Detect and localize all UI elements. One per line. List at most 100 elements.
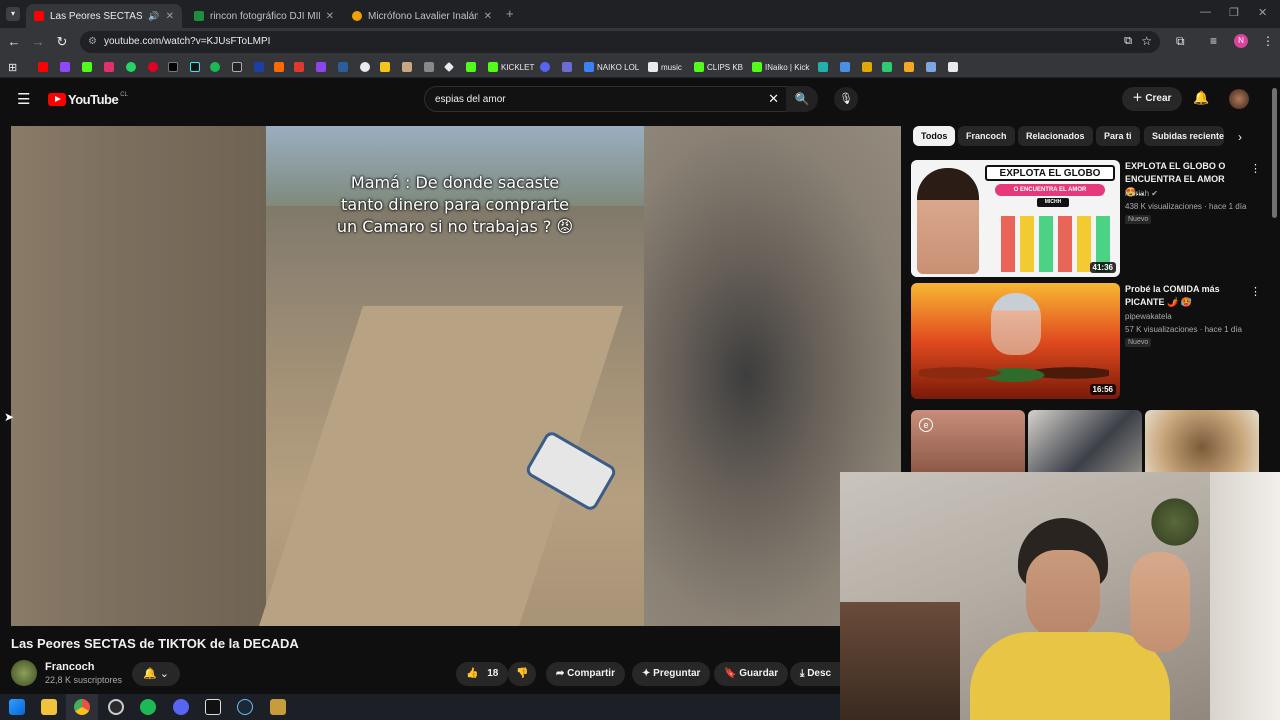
download-button[interactable]: ⤓ Desc: [790, 662, 840, 686]
page-scrollbar[interactable]: [1272, 88, 1277, 218]
menu-icon[interactable]: ⋮: [1262, 34, 1274, 48]
capcut-icon[interactable]: [205, 699, 221, 715]
bookmark-gold-icon[interactable]: [862, 60, 875, 74]
game-launcher-icon[interactable]: [270, 699, 286, 715]
speaker-icon[interactable]: 🔊: [148, 11, 159, 22]
save-button[interactable]: 🔖 Guardar: [714, 662, 789, 686]
install-icon[interactable]: ⧉: [1124, 35, 1132, 48]
close-tab-icon[interactable]: ✕: [160, 11, 174, 22]
bookmark-star-icon[interactable]: ☆: [1141, 34, 1152, 48]
bookmark-link-icon[interactable]: [926, 60, 939, 74]
bookmark-people-icon[interactable]: [840, 60, 853, 74]
subscription-bell-button[interactable]: 🔔 ⌄: [132, 662, 180, 686]
dislike-button[interactable]: 👎: [508, 662, 537, 686]
file-explorer-icon[interactable]: [41, 699, 57, 715]
bookmark-shield-icon[interactable]: [562, 60, 575, 74]
back-icon[interactable]: ←: [6, 34, 22, 49]
bookmark-yellow-icon[interactable]: [380, 60, 393, 74]
close-tab-icon[interactable]: ✕: [478, 11, 492, 22]
discord-icon[interactable]: [173, 699, 189, 715]
bookmark-instagram-icon[interactable]: [104, 60, 117, 74]
bookmark-clips-kb[interactable]: CLIPS KB: [694, 60, 743, 74]
bookmark-youtube-icon[interactable]: [38, 60, 51, 74]
spotify-icon[interactable]: [140, 699, 156, 715]
chip-subidas-recientes[interactable]: Subidas recientes: [1144, 126, 1224, 146]
bookmark-whatsapp-icon[interactable]: [126, 60, 139, 74]
bookmark-purple-icon[interactable]: [316, 60, 329, 74]
reload-icon[interactable]: ↻: [54, 34, 70, 50]
obs-icon[interactable]: [108, 699, 124, 715]
bookmark-green-icon[interactable]: [882, 60, 895, 74]
bookmark-x-icon[interactable]: [168, 60, 181, 74]
site-info-icon[interactable]: ⚙: [88, 36, 97, 47]
short-thumbnail[interactable]: [1145, 410, 1259, 472]
bookmark-magnet-icon[interactable]: [904, 60, 917, 74]
chip-relacionados[interactable]: Relacionados: [1018, 126, 1093, 146]
bookmark-teal-icon[interactable]: [818, 60, 831, 74]
profile-avatar[interactable]: N: [1234, 34, 1248, 48]
share-button[interactable]: ➦ Compartir: [546, 662, 625, 686]
bookmark-s-icon[interactable]: [232, 60, 245, 74]
windows-start-icon[interactable]: [9, 699, 25, 715]
account-avatar[interactable]: [1229, 89, 1249, 109]
forward-icon[interactable]: →: [30, 34, 46, 49]
youtube-logo[interactable]: YouTube CL: [48, 92, 128, 107]
bookmark-naiko-lol[interactable]: NAIKO LOL: [584, 60, 639, 74]
steam-icon[interactable]: [237, 699, 253, 715]
video-player[interactable]: Mamá : De donde sacaste tanto dinero par…: [11, 126, 901, 626]
search-input[interactable]: espias del amor ✕: [424, 86, 788, 112]
chip-francoch[interactable]: Francoch: [958, 126, 1015, 146]
bookmark-pinterest-icon[interactable]: [148, 60, 161, 74]
bookmark-music[interactable]: music: [648, 60, 682, 74]
chip-todos[interactable]: Todos: [913, 126, 956, 146]
bookmark-twitch-icon[interactable]: [60, 60, 73, 74]
chevron-right-icon[interactable]: ›: [1238, 130, 1242, 144]
bookmark-grey-icon[interactable]: [424, 60, 437, 74]
voice-search-button[interactable]: 🎙: [834, 87, 858, 111]
notifications-bell-icon[interactable]: 🔔: [1193, 90, 1209, 106]
recommendation-thumbnail[interactable]: EXPLOTA EL GLOBO O ENCUENTRA EL AMOR MIC…: [911, 160, 1120, 277]
bookmark-red-icon[interactable]: [294, 60, 307, 74]
short-thumbnail[interactable]: [1028, 410, 1142, 472]
bookmark-blue-icon[interactable]: [254, 60, 267, 74]
bookmark-kick2-icon[interactable]: [466, 60, 479, 74]
recommendation-thumbnail[interactable]: 16:56: [911, 283, 1120, 399]
create-button[interactable]: ＋ Crear: [1122, 87, 1182, 111]
bookmark-last-icon[interactable]: [948, 60, 961, 74]
tab-microfono[interactable]: Micrófono Lavalier Inalámbrico ✕: [344, 4, 500, 28]
tab-youtube[interactable]: Las Peores SECTAS de TIKTO 🔊 ✕: [26, 4, 182, 28]
bookmark-tiktok-icon[interactable]: [190, 60, 203, 74]
guide-menu-icon[interactable]: ☰: [17, 90, 30, 108]
bookmark-cat-icon[interactable]: [402, 60, 415, 74]
apps-icon[interactable]: ⊞: [8, 60, 17, 74]
bookmark-kick-icon[interactable]: [82, 60, 95, 74]
tab-rincon[interactable]: rincon fotográfico DJI MINI - G ✕: [186, 4, 342, 28]
bookmark-kicklet[interactable]: KICKLET: [488, 60, 534, 74]
extensions-icon[interactable]: ⧉: [1176, 34, 1185, 49]
like-button[interactable]: 👍 18: [456, 662, 509, 686]
bookmark-orange-icon[interactable]: [274, 60, 287, 74]
close-tab-icon[interactable]: ✕: [320, 11, 334, 22]
ask-button[interactable]: ✦ Preguntar: [632, 662, 711, 686]
new-tab-button[interactable]: +: [506, 6, 514, 21]
restore-icon[interactable]: ❐: [1229, 6, 1239, 19]
channel-name[interactable]: Francoch: [45, 661, 95, 673]
search-button[interactable]: 🔍: [786, 86, 818, 112]
channel-avatar[interactable]: [11, 660, 37, 686]
bookmark-inaiko-kick[interactable]: INaiko | Kick: [752, 60, 809, 74]
minimize-icon[interactable]: —: [1200, 6, 1211, 18]
bookmark-chrome-icon[interactable]: [360, 60, 373, 74]
more-options-icon[interactable]: ⋮: [1250, 162, 1261, 175]
close-window-icon[interactable]: ✕: [1258, 6, 1267, 19]
bookmark-diamond-icon[interactable]: [444, 60, 457, 74]
omnibox[interactable]: ⚙ youtube.com/watch?v=KJUsFToLMPI ⧉ ☆: [80, 31, 1160, 53]
recommendation-channel[interactable]: lebriah ✔: [1125, 188, 1158, 200]
chip-para-ti[interactable]: Para ti: [1096, 126, 1140, 146]
clear-search-icon[interactable]: ✕: [768, 91, 779, 107]
short-thumbnail[interactable]: e: [911, 410, 1025, 472]
media-icon[interactable]: ≡: [1210, 34, 1217, 48]
tab-search-icon[interactable]: ▾: [6, 7, 20, 21]
bookmark-discord-icon[interactable]: [540, 60, 553, 74]
recommendation-title[interactable]: Probé la COMIDA más PICANTE 🌶️ 🥵: [1125, 283, 1245, 309]
recommendation-channel[interactable]: pipewakatela: [1125, 311, 1172, 323]
